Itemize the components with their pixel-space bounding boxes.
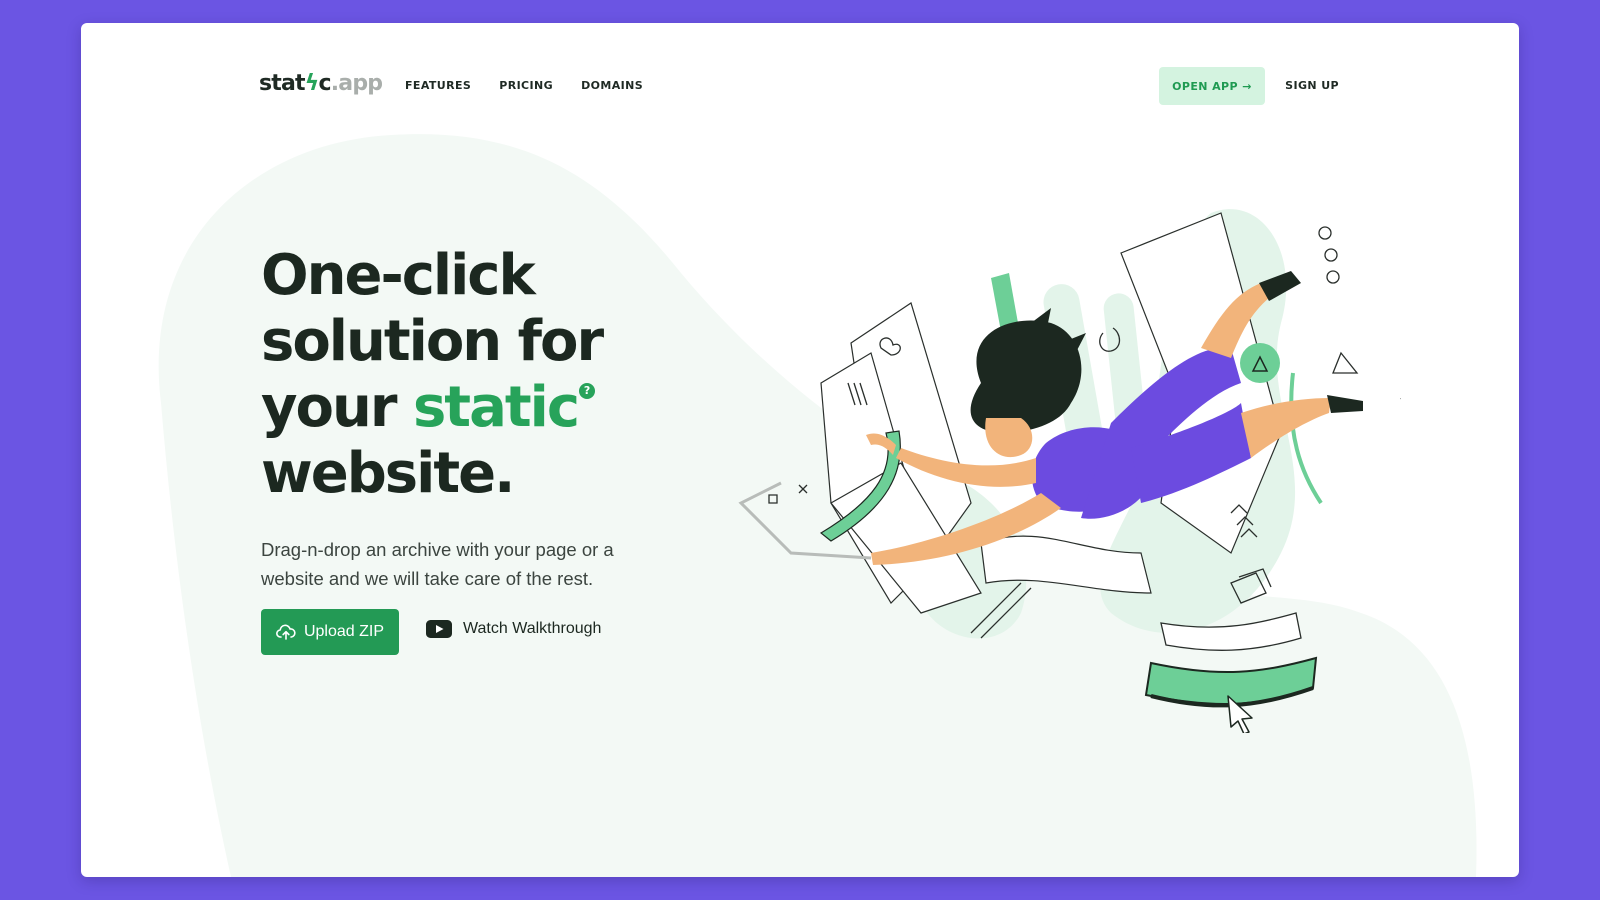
youtube-play-icon [426,620,452,638]
sign-up-link[interactable]: SIGN UP [1285,79,1339,92]
question-badge-icon[interactable]: ? [579,383,596,399]
hero-title-line-3-prefix: your [261,375,413,440]
hero-title-line-2: solution for [261,309,604,374]
hero-illustration [738,209,1401,733]
upload-zip-button[interactable]: Upload ZIP [261,609,399,655]
brand-name-part1: stat [259,71,306,96]
brand-logo[interactable]: statϟc.app [259,71,383,96]
brand-bolt: ϟ [304,71,320,96]
watch-walkthrough-button[interactable]: Watch Walkthrough [426,620,601,638]
nav-link-domains[interactable]: DOMAINS [581,79,643,92]
landing-card: statϟc.app FEATURES PRICING DOMAINS OPEN… [81,23,1519,877]
nav-link-features[interactable]: FEATURES [405,79,471,92]
upload-cloud-icon [276,624,296,640]
hero-title: One-click solution for your static? webs… [261,243,661,507]
upload-zip-label: Upload ZIP [303,623,385,640]
hero-title-line-4: website. [261,441,515,506]
brand-name-part2: c [318,71,332,96]
open-app-button[interactable]: OPEN APP → [1159,67,1265,105]
brand-tld: .app [330,71,383,96]
nav-link-pricing[interactable]: PRICING [499,79,553,92]
hero-title-line-3: your static? [261,375,661,441]
hero-title-line-1: One-click [261,243,536,308]
top-navigation: statϟc.app FEATURES PRICING DOMAINS OPEN… [259,67,1339,111]
nav-links: FEATURES PRICING DOMAINS [405,79,643,92]
hero-title-accent: static [412,375,580,440]
watch-walkthrough-label: Watch Walkthrough [463,620,602,637]
hero-subtitle: Drag-n-drop an archive with your page or… [261,539,614,589]
